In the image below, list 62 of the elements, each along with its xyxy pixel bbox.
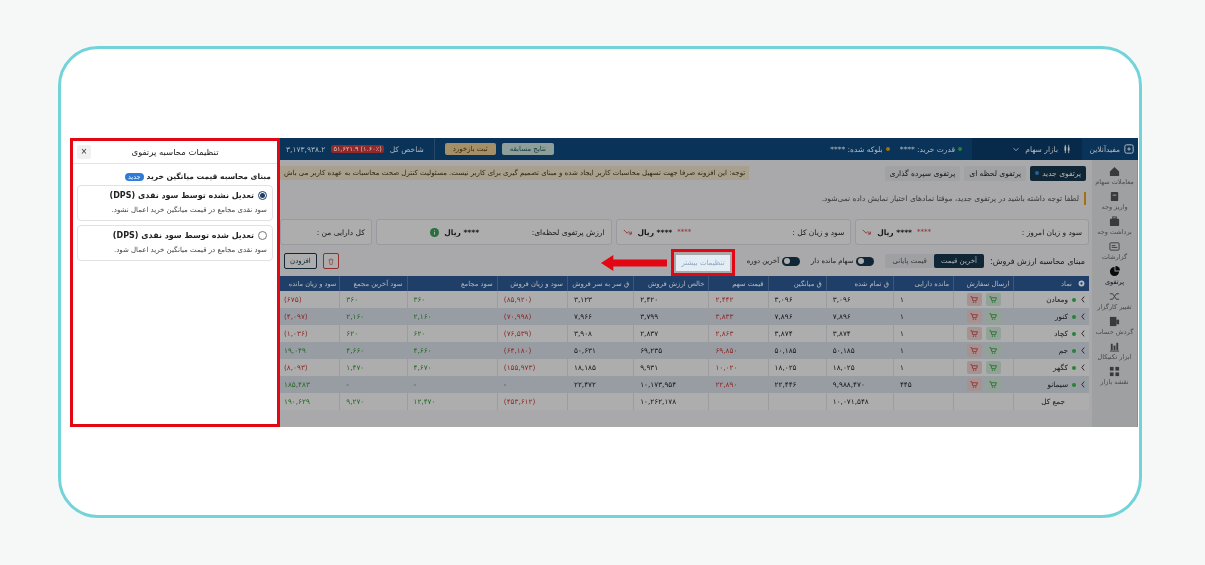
buy-button[interactable]	[985, 361, 1001, 374]
status-dot	[1072, 331, 1076, 336]
cart-icon	[989, 381, 998, 388]
status-dot	[1072, 297, 1076, 302]
chevron-icon	[1080, 313, 1086, 320]
pie-chart-icon	[1109, 266, 1120, 277]
status-dot	[885, 147, 890, 151]
trash-icon	[326, 257, 335, 265]
sell-button[interactable]	[966, 293, 982, 306]
chevron-icon	[1080, 296, 1086, 303]
sell-button[interactable]	[966, 327, 982, 340]
chevron-icon	[1080, 347, 1086, 354]
panel-title: تنظیمات محاسبه پرتفوی	[131, 147, 219, 157]
option-title: تعدیل شده توسط سود نقدی (DPS)	[112, 231, 254, 240]
cart-icon	[989, 296, 998, 303]
chevron-icon	[1080, 330, 1086, 337]
status-dot	[958, 147, 962, 151]
chevron-icon	[1080, 381, 1086, 388]
status-dot	[1072, 382, 1076, 387]
grid-icon	[1109, 366, 1120, 377]
sell-button[interactable]	[966, 361, 982, 374]
cart-icon	[970, 364, 979, 371]
toggle-switch[interactable]	[856, 256, 875, 266]
home-icon	[1109, 166, 1120, 177]
radio-button[interactable]	[258, 191, 267, 200]
buy-button[interactable]	[985, 327, 1001, 340]
toggle-switch[interactable]	[782, 256, 801, 266]
sell-button[interactable]	[966, 344, 982, 357]
sell-button[interactable]	[966, 378, 982, 391]
report-icon	[1109, 241, 1120, 252]
chevron-icon	[1080, 364, 1086, 371]
cart-icon	[970, 381, 979, 388]
cart-icon	[989, 330, 998, 337]
cart-icon	[970, 330, 979, 337]
status-dot	[1072, 365, 1076, 370]
status-dot	[1072, 348, 1076, 353]
radio-button[interactable]	[258, 231, 267, 240]
briefcase-icon	[1109, 216, 1120, 227]
cart-icon	[989, 347, 998, 354]
candlestick-icon	[1062, 144, 1072, 154]
cart-icon	[989, 364, 998, 371]
cart-icon	[970, 296, 979, 303]
status-dot	[1072, 314, 1076, 319]
option-title: تعدیل نشده توسط سود نقدی (DPS)	[109, 191, 254, 200]
logo-icon	[1124, 144, 1134, 154]
buy-button[interactable]	[985, 344, 1001, 357]
delete-button[interactable]	[322, 253, 339, 269]
shuffle-icon	[1109, 291, 1120, 302]
bar-chart-icon	[1109, 341, 1120, 352]
cart-icon	[970, 313, 979, 320]
cart-icon	[970, 347, 979, 354]
ledger-icon	[1109, 316, 1120, 327]
cart-icon	[989, 313, 998, 320]
sell-button[interactable]	[966, 310, 982, 323]
buy-button[interactable]	[985, 293, 1001, 306]
document-icon	[1109, 191, 1120, 202]
control-label: مبنای محاسبه ارزش فروش:	[990, 256, 1085, 266]
close-button[interactable]: ×	[77, 145, 91, 159]
buy-button[interactable]	[985, 310, 1001, 323]
pointer-arrow	[601, 254, 667, 272]
buy-button[interactable]	[985, 378, 1001, 391]
settings-icon	[1078, 280, 1085, 288]
